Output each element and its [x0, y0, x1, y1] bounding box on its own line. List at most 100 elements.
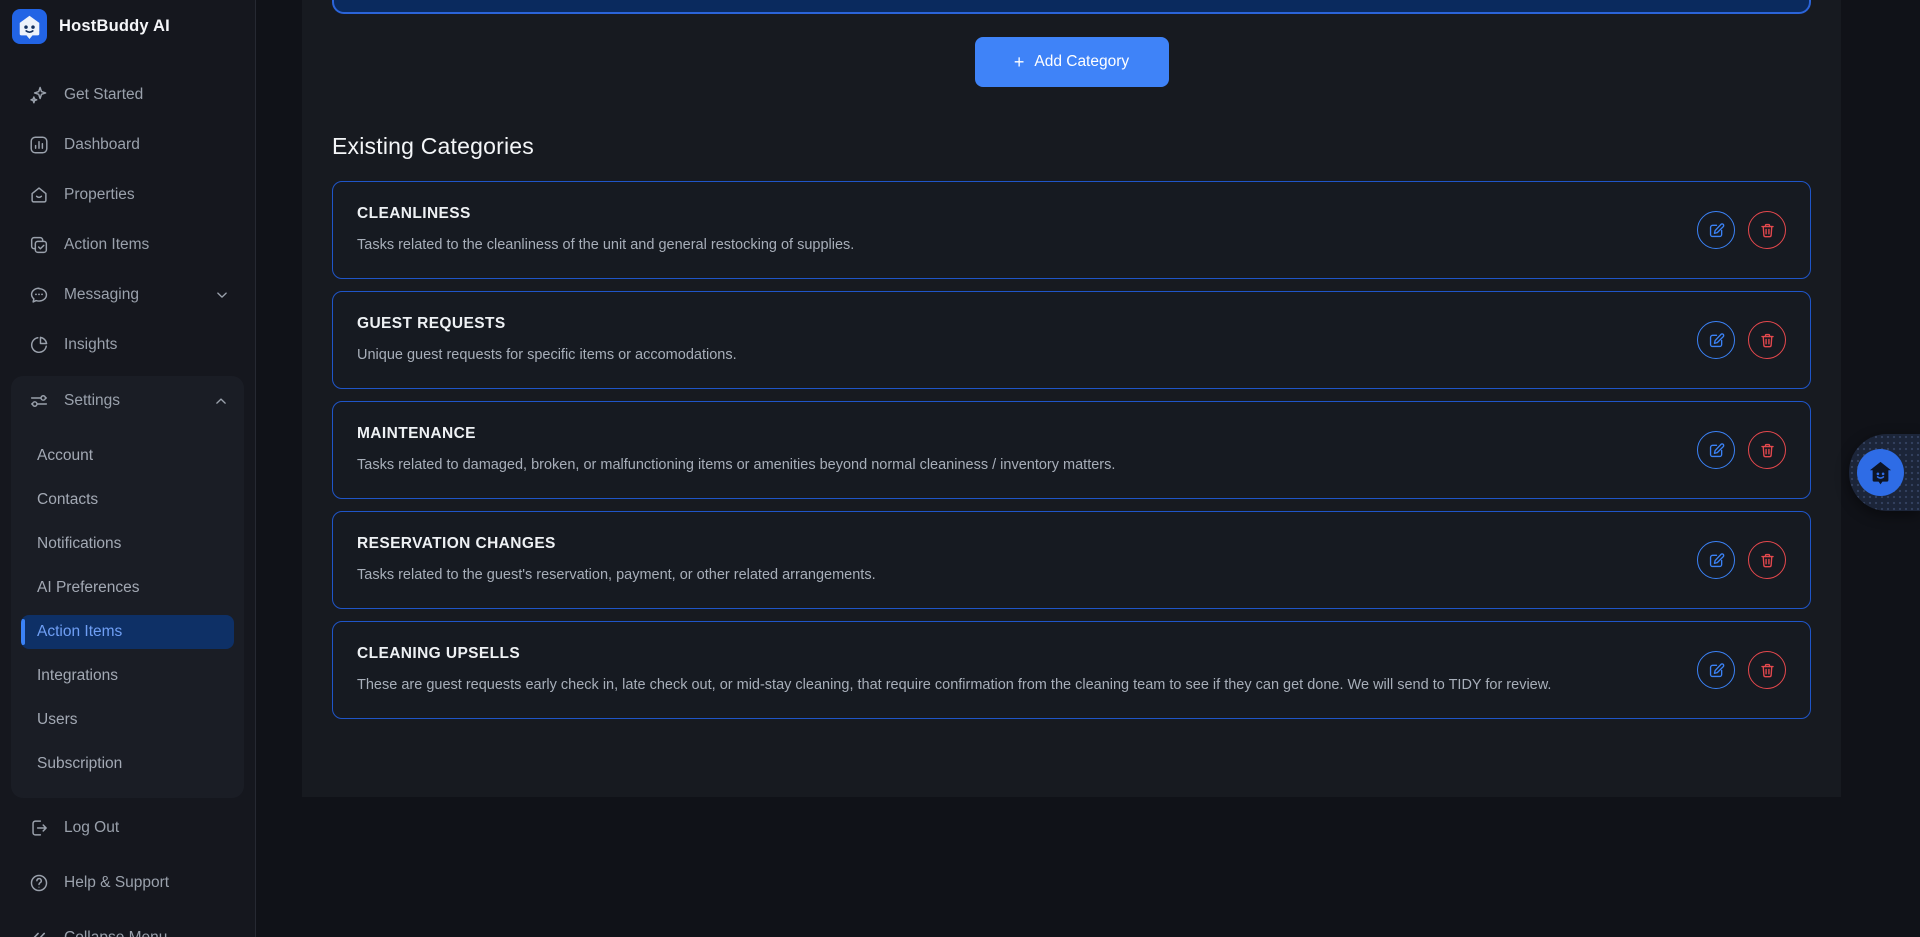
settings-submenu-item-subscription[interactable]: Subscription	[11, 742, 244, 786]
sidebar-item-insights[interactable]: Insights	[0, 320, 255, 370]
sidebar-item-label: Insights	[64, 336, 117, 354]
sidebar-item-label: Dashboard	[64, 136, 140, 154]
logout-icon	[28, 817, 50, 839]
sidebar-item-label: Settings	[64, 392, 120, 410]
category-card-text: CLEANLINESS Tasks related to the cleanli…	[357, 204, 854, 256]
settings-submenu: Account Contacts Notifications AI Prefer…	[11, 426, 244, 786]
add-category-button[interactable]: + Add Category	[975, 37, 1169, 87]
sidebar-item-help-support[interactable]: Help & Support	[0, 855, 255, 910]
settings-group: Settings Account Contacts Notifications …	[11, 376, 244, 798]
submenu-item-label: Action Items	[37, 623, 122, 641]
delete-category-button[interactable]	[1748, 321, 1786, 359]
category-description: These are guest requests early check in,…	[357, 674, 1551, 696]
submenu-item-label: AI Preferences	[37, 579, 140, 597]
edit-pencil-icon	[1707, 441, 1726, 460]
sidebar-footer: Log Out Help & Support Collapse Menu	[0, 800, 255, 937]
category-card: CLEANING UPSELLS These are guest request…	[332, 621, 1811, 719]
trash-icon	[1758, 441, 1777, 460]
settings-submenu-item-account[interactable]: Account	[11, 434, 244, 478]
edit-category-button[interactable]	[1697, 431, 1735, 469]
collapsed-panel-edge	[332, 0, 1811, 14]
sidebar-item-label: Properties	[64, 186, 135, 204]
help-icon	[28, 872, 50, 894]
category-description: Tasks related to damaged, broken, or mal…	[357, 454, 1115, 476]
category-card: MAINTENANCE Tasks related to damaged, br…	[332, 401, 1811, 499]
dashboard-icon	[28, 134, 50, 156]
category-card-actions	[1697, 651, 1786, 689]
edit-pencil-icon	[1707, 221, 1726, 240]
sidebar-item-label: Messaging	[64, 286, 139, 304]
sidebar-item-label: Collapse Menu	[64, 929, 167, 937]
category-card-text: RESERVATION CHANGES Tasks related to the…	[357, 534, 876, 586]
settings-submenu-item-users[interactable]: Users	[11, 698, 244, 742]
category-card-actions	[1697, 211, 1786, 249]
category-name: CLEANING UPSELLS	[357, 644, 1551, 664]
settings-submenu-item-contacts[interactable]: Contacts	[11, 478, 244, 522]
edit-pencil-icon	[1707, 551, 1726, 570]
sidebar-item-label: Get Started	[64, 86, 143, 104]
sidebar-item-action-items[interactable]: Action Items	[0, 220, 255, 270]
section-title: Existing Categories	[332, 133, 1811, 160]
category-card-actions	[1697, 541, 1786, 579]
chevron-up-icon	[212, 392, 230, 410]
plus-icon: +	[1014, 53, 1025, 71]
edit-pencil-icon	[1707, 661, 1726, 680]
sidebar-item-label: Help & Support	[64, 874, 169, 892]
category-description: Tasks related to the cleanliness of the …	[357, 234, 854, 256]
settings-submenu-item-notifications[interactable]: Notifications	[11, 522, 244, 566]
chevron-down-icon	[213, 286, 231, 304]
delete-category-button[interactable]	[1748, 541, 1786, 579]
sidebar-item-get-started[interactable]: Get Started	[0, 70, 255, 120]
settings-submenu-item-ai-preferences[interactable]: AI Preferences	[11, 566, 244, 610]
category-description: Unique guest requests for specific items…	[357, 344, 737, 366]
submenu-item-label: Integrations	[37, 667, 118, 685]
sidebar-item-properties[interactable]: Properties	[0, 170, 255, 220]
collapse-icon	[28, 927, 50, 937]
main-area: + Add Category Existing Categories CLEAN…	[256, 0, 1920, 937]
category-name: CLEANLINESS	[357, 204, 854, 224]
sidebar-nav: Get Started Dashboard Properties	[0, 70, 255, 798]
delete-category-button[interactable]	[1748, 651, 1786, 689]
house-smiley-icon	[1867, 459, 1894, 486]
delete-category-button[interactable]	[1748, 211, 1786, 249]
edit-category-button[interactable]	[1697, 651, 1735, 689]
submenu-item-label: Users	[37, 711, 77, 729]
sidebar-item-dashboard[interactable]: Dashboard	[0, 120, 255, 170]
sliders-icon	[28, 390, 50, 412]
settings-submenu-item-action-items[interactable]: Action Items	[21, 615, 234, 649]
sidebar: HostBuddy AI Get Started Dashboard	[0, 0, 256, 937]
trash-icon	[1758, 331, 1777, 350]
sparkles-icon	[28, 84, 50, 106]
trash-icon	[1758, 221, 1777, 240]
sidebar-item-log-out[interactable]: Log Out	[0, 800, 255, 855]
sidebar-item-label: Log Out	[64, 819, 119, 837]
hostbuddy-chat-button[interactable]	[1857, 449, 1904, 496]
delete-category-button[interactable]	[1748, 431, 1786, 469]
edit-category-button[interactable]	[1697, 321, 1735, 359]
settings-submenu-item-integrations[interactable]: Integrations	[11, 654, 244, 698]
category-card: GUEST REQUESTS Unique guest requests for…	[332, 291, 1811, 389]
brand: HostBuddy AI	[0, 0, 255, 50]
sidebar-item-label: Action Items	[64, 236, 149, 254]
edit-category-button[interactable]	[1697, 211, 1735, 249]
tasks-icon	[28, 234, 50, 256]
chat-widget-tab	[1849, 434, 1920, 511]
category-name: GUEST REQUESTS	[357, 314, 737, 334]
category-name: RESERVATION CHANGES	[357, 534, 876, 554]
category-list: CLEANLINESS Tasks related to the cleanli…	[332, 181, 1811, 719]
hostbuddy-logo-icon	[12, 9, 47, 44]
chat-bubble-icon	[28, 284, 50, 306]
category-card: CLEANLINESS Tasks related to the cleanli…	[332, 181, 1811, 279]
category-description: Tasks related to the guest's reservation…	[357, 564, 876, 586]
category-name: MAINTENANCE	[357, 424, 1115, 444]
trash-icon	[1758, 661, 1777, 680]
sidebar-item-settings[interactable]: Settings	[11, 376, 244, 426]
category-card: RESERVATION CHANGES Tasks related to the…	[332, 511, 1811, 609]
pie-chart-icon	[28, 334, 50, 356]
sidebar-item-collapse-menu[interactable]: Collapse Menu	[0, 910, 255, 937]
edit-category-button[interactable]	[1697, 541, 1735, 579]
trash-icon	[1758, 551, 1777, 570]
category-card-actions	[1697, 431, 1786, 469]
sidebar-item-messaging[interactable]: Messaging	[0, 270, 255, 320]
house-icon	[28, 184, 50, 206]
